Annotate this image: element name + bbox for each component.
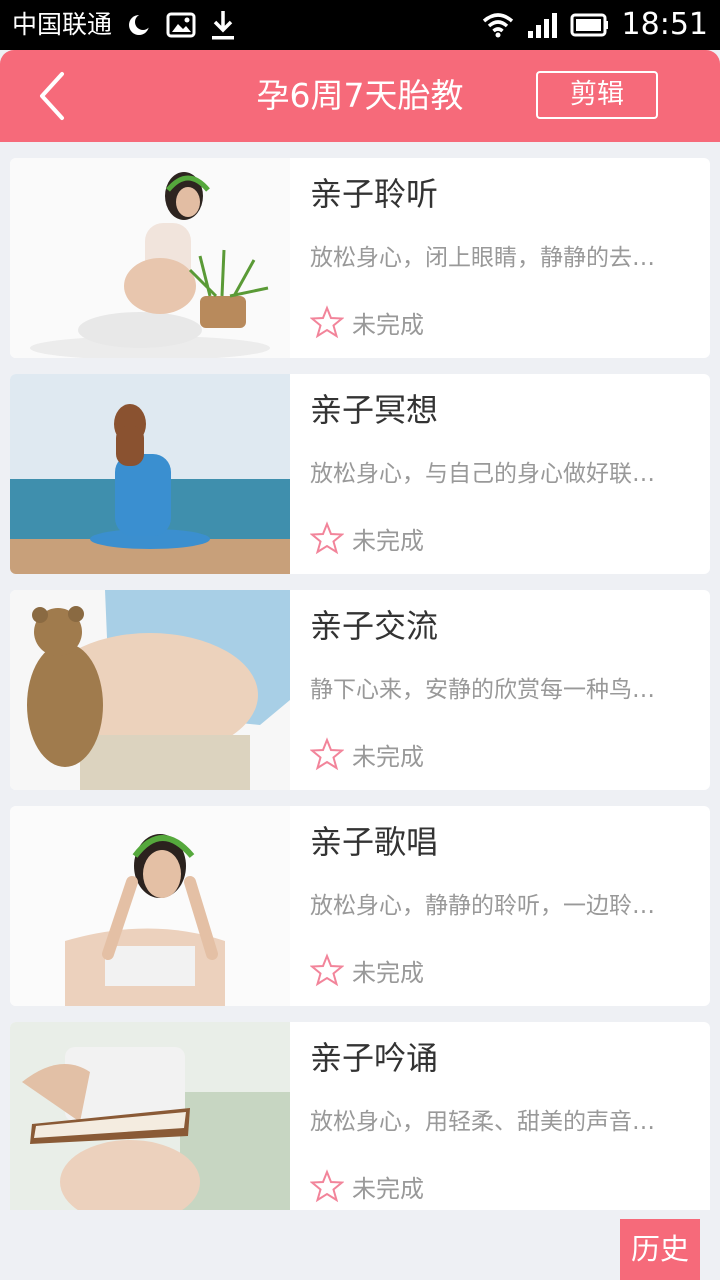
header-bar: 孕6周7天胎教 剪辑: [0, 50, 720, 142]
list-item[interactable]: 亲子吟诵 放松身心，用轻柔、甜美的声音… 未完成: [10, 1022, 710, 1210]
item-title: 亲子吟诵: [310, 1039, 439, 1077]
item-title: 亲子冥想: [310, 391, 439, 429]
item-description: 放松身心，与自己的身心做好联…: [310, 461, 655, 487]
battery-icon: [570, 13, 608, 37]
image-icon: [166, 12, 196, 38]
completion-status: 未完成: [310, 952, 424, 988]
thumbnail-image: [10, 806, 290, 1006]
lesson-list: 亲子聆听 放松身心，闭上眼睛，静静的去… 未完成 亲子冥想 放松身心，与自己的身…: [10, 158, 710, 1210]
item-title: 亲子聆听: [310, 175, 439, 213]
list-item[interactable]: 亲子交流 静下心来，安静的欣赏每一种鸟… 未完成: [10, 590, 710, 790]
item-title: 亲子歌唱: [310, 823, 439, 861]
carrier-name: 中国联通: [12, 10, 113, 39]
status-label: 未完成: [352, 958, 424, 987]
item-description: 静下心来，安静的欣赏每一种鸟…: [310, 677, 655, 703]
star-outline-icon[interactable]: [310, 953, 344, 987]
download-icon: [212, 11, 235, 40]
thumbnail-image: [10, 1022, 290, 1210]
completion-status: 未完成: [310, 1168, 424, 1204]
clock: 18:51: [621, 7, 708, 42]
status-label: 未完成: [352, 742, 424, 771]
item-title: 亲子交流: [310, 607, 439, 645]
list-item[interactable]: 亲子歌唱 放松身心，静静的聆听，一边聆… 未完成: [10, 806, 710, 1006]
thumbnail-image: [10, 158, 290, 358]
star-outline-icon[interactable]: [310, 521, 344, 555]
wifi-icon: [482, 13, 513, 38]
star-outline-icon[interactable]: [310, 737, 344, 771]
completion-status: 未完成: [310, 520, 424, 556]
item-description: 放松身心，静静的聆听，一边聆…: [310, 893, 655, 919]
completion-status: 未完成: [310, 736, 424, 772]
star-outline-icon[interactable]: [310, 305, 344, 339]
status-label: 未完成: [352, 310, 424, 339]
list-item[interactable]: 亲子冥想 放松身心，与自己的身心做好联… 未完成: [10, 374, 710, 574]
signal-icon: [527, 13, 557, 38]
list-item[interactable]: 亲子聆听 放松身心，闭上眼睛，静静的去… 未完成: [10, 158, 710, 358]
thumbnail-image: [10, 590, 290, 790]
history-button[interactable]: 历史: [620, 1219, 700, 1280]
completion-status: 未完成: [310, 304, 424, 340]
status-bar: 中国联通 18:51: [0, 0, 720, 50]
star-outline-icon[interactable]: [310, 1169, 344, 1203]
status-label: 未完成: [352, 526, 424, 555]
status-label: 未完成: [352, 1174, 424, 1203]
item-description: 放松身心，闭上眼睛，静静的去…: [310, 245, 655, 271]
edit-button[interactable]: 剪辑: [536, 71, 658, 119]
item-description: 放松身心，用轻柔、甜美的声音…: [310, 1109, 655, 1135]
thumbnail-image: [10, 374, 290, 574]
moon-icon: [129, 14, 152, 35]
